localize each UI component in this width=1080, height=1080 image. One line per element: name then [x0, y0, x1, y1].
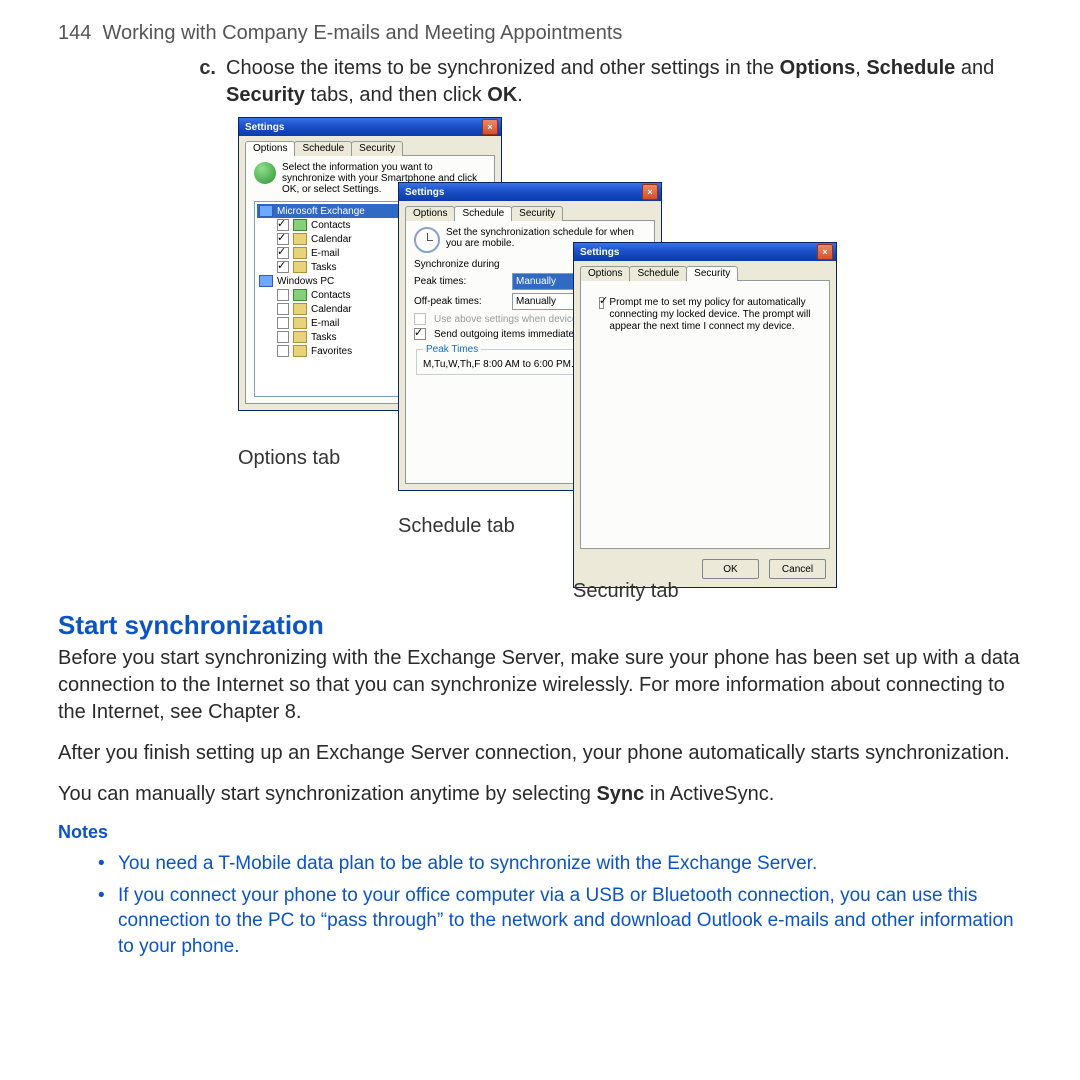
tab-security[interactable]: Security	[351, 141, 403, 156]
peak-label: Peak times:	[414, 276, 504, 287]
titlebar[interactable]: Settings ×	[574, 243, 836, 261]
checkbox-icon[interactable]	[277, 303, 289, 315]
checkbox-icon[interactable]	[277, 219, 289, 231]
window-title: Settings	[580, 247, 619, 258]
security-prompt-text: Prompt me to set my policy for automatic…	[609, 297, 811, 333]
close-icon[interactable]: ×	[817, 244, 833, 260]
notes-label: Notes	[58, 822, 1022, 843]
note-item: If you connect your phone to your office…	[98, 883, 1022, 960]
item-icon	[293, 303, 307, 315]
checkbox-icon[interactable]	[277, 345, 289, 357]
note-item: You need a T-Mobile data plan to be able…	[98, 851, 1022, 877]
step-marker: c.	[198, 55, 216, 109]
tab-schedule[interactable]: Schedule	[294, 141, 352, 156]
page-header: 144 Working with Company E-mails and Mee…	[58, 22, 1022, 45]
tab-schedule[interactable]: Schedule	[454, 206, 512, 221]
page-number: 144	[58, 22, 91, 44]
peak-times-legend: Peak Times	[423, 344, 481, 355]
tab-options[interactable]: Options	[405, 206, 455, 221]
ok-button[interactable]: OK	[702, 559, 759, 579]
tab-security[interactable]: Security	[511, 206, 563, 221]
notes-list: You need a T-Mobile data plan to be able…	[98, 851, 1022, 960]
send-immediately-label: Send outgoing items immediately	[434, 329, 581, 340]
checkbox-icon[interactable]	[277, 247, 289, 259]
titlebar[interactable]: Settings ×	[239, 118, 501, 136]
item-icon	[293, 233, 307, 245]
caption-security: Security tab	[573, 580, 679, 603]
paragraph-2: After you finish setting up an Exchange …	[58, 740, 1022, 767]
close-icon[interactable]: ×	[642, 184, 658, 200]
step-text: Choose the items to be synchronized and …	[226, 55, 1022, 109]
titlebar[interactable]: Settings ×	[399, 183, 661, 201]
item-icon	[293, 317, 307, 329]
sync-icon	[254, 162, 276, 184]
close-icon[interactable]: ×	[482, 119, 498, 135]
caption-schedule: Schedule tab	[398, 515, 515, 538]
checkbox-icon[interactable]	[277, 233, 289, 245]
item-icon	[293, 247, 307, 259]
checkbox-icon[interactable]	[277, 331, 289, 343]
tab-security[interactable]: Security	[686, 266, 738, 281]
item-icon	[293, 345, 307, 357]
tab-options[interactable]: Options	[245, 141, 295, 156]
checkbox-icon[interactable]	[277, 317, 289, 329]
checkbox-icon[interactable]	[599, 297, 604, 309]
paragraph-3: You can manually start synchronization a…	[58, 781, 1022, 808]
screenshots-area: Settings × Options Schedule Security Sel…	[238, 117, 938, 602]
checkbox-icon[interactable]	[414, 328, 426, 340]
item-icon	[293, 219, 307, 231]
folder-icon	[259, 275, 273, 287]
checkbox-icon[interactable]	[277, 289, 289, 301]
item-icon	[293, 261, 307, 273]
clock-icon	[414, 227, 440, 253]
window-title: Settings	[245, 122, 284, 133]
item-icon	[293, 331, 307, 343]
folder-icon	[259, 205, 273, 217]
cancel-button[interactable]: Cancel	[769, 559, 826, 579]
checkbox-icon[interactable]	[277, 261, 289, 273]
tab-schedule[interactable]: Schedule	[629, 266, 687, 281]
paragraph-1: Before you start synchronizing with the …	[58, 645, 1022, 726]
checkbox-icon	[414, 313, 426, 325]
section-title: Start synchronization	[58, 610, 1022, 641]
caption-options: Options tab	[238, 447, 340, 470]
window-security: Settings × Options Schedule Security Pro…	[573, 242, 837, 588]
window-title: Settings	[405, 187, 444, 198]
offpeak-label: Off-peak times:	[414, 296, 504, 307]
chapter-title: Working with Company E-mails and Meeting…	[103, 22, 623, 44]
item-icon	[293, 289, 307, 301]
tab-options[interactable]: Options	[580, 266, 630, 281]
